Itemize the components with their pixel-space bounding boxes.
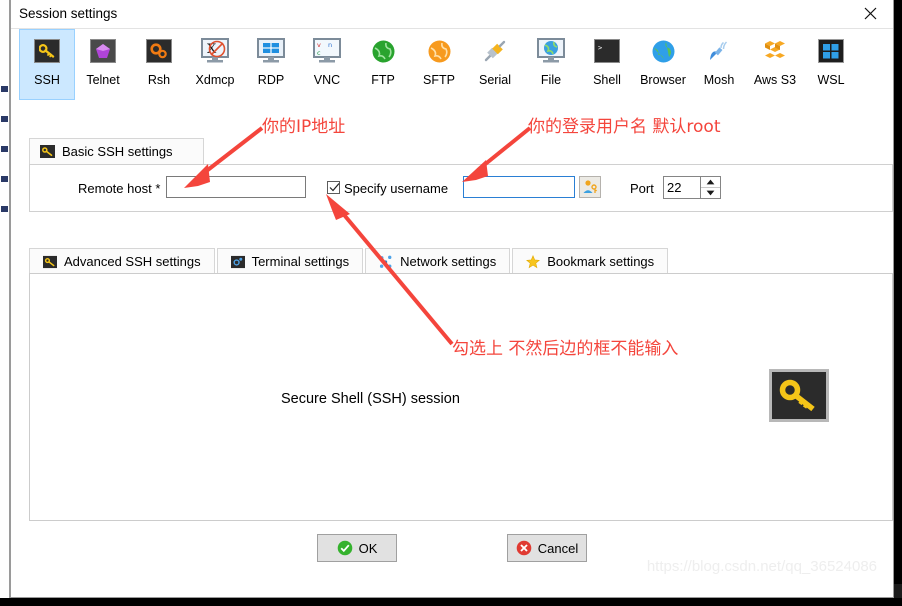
protocol-label: RDP <box>257 73 285 87</box>
protocol-item-mosh[interactable]: Mosh <box>691 29 747 100</box>
protocol-item-file[interactable]: File <box>523 29 579 100</box>
remote-host-input[interactable] <box>166 176 306 198</box>
protocol-item-serial[interactable]: Serial <box>467 29 523 100</box>
protocol-item-sftp[interactable]: SFTP <box>411 29 467 100</box>
red-x-icon <box>516 540 532 556</box>
protocol-label: VNC <box>313 73 341 87</box>
protocol-item-ssh[interactable]: SSH <box>19 29 75 100</box>
protocol-item-shell[interactable]: > Shell <box>579 29 635 100</box>
large-key-icon <box>769 369 829 422</box>
dialog-titlebar: Session settings <box>11 0 893 29</box>
tab-basic-ssh-settings[interactable]: Basic SSH settings <box>29 138 204 164</box>
tab-label: Terminal settings <box>251 254 350 269</box>
session-description-panel: Secure Shell (SSH) session <box>29 273 893 521</box>
file-monitor-icon <box>535 35 567 67</box>
protocol-label: File <box>540 73 562 87</box>
cancel-button[interactable]: Cancel <box>507 534 587 562</box>
shell-prompt-icon: > <box>591 35 623 67</box>
tab-label: Bookmark settings <box>547 254 655 269</box>
protocol-item-rsh[interactable]: Rsh <box>131 29 187 100</box>
protocol-label: SFTP <box>423 73 455 87</box>
protocol-label: Aws S3 <box>753 73 797 87</box>
protocol-label: Mosh <box>703 73 735 87</box>
session-settings-dialog: Session settings SSH Telnet Rsh X Xdmcp … <box>10 0 894 598</box>
protocol-label: FTP <box>371 73 395 87</box>
protocol-label: Browser <box>640 73 686 87</box>
tab-bookmark-settings[interactable]: Bookmark settings <box>512 248 669 274</box>
key-icon <box>40 144 55 159</box>
svg-text:n: n <box>328 41 332 49</box>
protocol-item-rdp[interactable]: RDP <box>243 29 299 100</box>
ok-button-label: OK <box>358 540 378 556</box>
protocol-label: Xdmcp <box>195 73 235 87</box>
star-icon <box>526 254 541 269</box>
ssh-key-icon <box>31 35 63 67</box>
green-check-icon <box>337 540 353 556</box>
protocol-item-wsl[interactable]: WSL <box>803 29 859 100</box>
serial-plug-icon <box>479 35 511 67</box>
session-caption: Secure Shell (SSH) session <box>281 391 460 407</box>
annotation-ip-note: 你的IP地址 <box>262 117 346 137</box>
protocol-label: Rsh <box>147 73 171 87</box>
protocol-item-ftp[interactable]: FTP <box>355 29 411 100</box>
mosh-dish-icon <box>703 35 735 67</box>
xdmcp-monitor-icon: X <box>199 35 231 67</box>
aws-s3-cubes-icon <box>759 35 791 67</box>
rdp-monitor-icon <box>255 35 287 67</box>
basic-ssh-settings-panel: Remote host * Specify username Port <box>29 164 893 212</box>
wsl-windows-icon <box>815 35 847 67</box>
tab-advanced-ssh-settings[interactable]: Advanced SSH settings <box>29 248 215 274</box>
protocol-item-vnc[interactable]: v n c VNC <box>299 29 355 100</box>
annotation-username-note: 你的登录用户名 默认root <box>528 117 721 137</box>
vnc-monitor-icon: v n c <box>311 35 343 67</box>
secondary-tab-strip: Advanced SSH settings Terminal settings <box>29 247 893 274</box>
tab-label: Advanced SSH settings <box>64 254 201 269</box>
dialog-title: Session settings <box>19 6 118 21</box>
tab-terminal-settings[interactable]: Terminal settings <box>216 248 364 274</box>
protocol-label: Shell <box>593 73 621 87</box>
specify-username-label: Specify username <box>344 181 449 196</box>
svg-text:v: v <box>317 41 321 49</box>
svg-text:c: c <box>317 49 321 57</box>
rsh-gears-icon <box>143 35 175 67</box>
protocol-item-browser[interactable]: Browser <box>635 29 691 100</box>
port-input[interactable] <box>664 177 700 198</box>
protocol-item-xdmcp[interactable]: X Xdmcp <box>187 29 243 100</box>
sftp-globe-icon <box>423 35 455 67</box>
protocol-label: Telnet <box>86 73 120 87</box>
tab-label: Network settings <box>400 254 497 269</box>
background-window-right-strip <box>894 0 902 606</box>
ok-button[interactable]: OK <box>317 534 397 562</box>
svg-text:>: > <box>598 44 602 52</box>
terminal-icon <box>230 255 245 269</box>
port-label: Port <box>630 181 654 196</box>
browser-globe-icon <box>647 35 679 67</box>
background-window-left-strip <box>0 0 10 606</box>
watermark: https://blog.csdn.net/qq_36524086 <box>646 558 877 575</box>
user-key-icon[interactable] <box>579 176 601 198</box>
caret-up-icon[interactable] <box>701 177 720 187</box>
port-stepper[interactable] <box>663 176 721 199</box>
protocol-item-aws-s3[interactable]: Aws S3 <box>747 29 803 100</box>
cancel-button-label: Cancel <box>537 540 579 556</box>
protocol-label: Serial <box>479 73 511 87</box>
protocol-toolbar: SSH Telnet Rsh X Xdmcp RDP v n c VNC FTP… <box>11 29 893 107</box>
ftp-globe-icon <box>367 35 399 67</box>
caret-down-icon[interactable] <box>701 187 720 198</box>
telnet-gem-icon <box>87 35 119 67</box>
tab-network-settings[interactable]: Network settings <box>365 248 511 274</box>
protocol-item-telnet[interactable]: Telnet <box>75 29 131 100</box>
tab-label: Basic SSH settings <box>62 144 173 159</box>
annotation-checkbox-note: 勾选上 不然后边的框不能输入 <box>452 339 679 359</box>
background-window-bottom-bar <box>0 598 902 606</box>
username-input[interactable] <box>463 176 575 198</box>
close-icon[interactable] <box>847 0 893 27</box>
network-icon <box>379 255 393 269</box>
protocol-label: SSH <box>34 73 60 87</box>
specify-username-checkbox[interactable] <box>327 181 340 194</box>
key-icon <box>43 255 57 269</box>
remote-host-label: Remote host * <box>78 181 161 196</box>
protocol-label: WSL <box>817 73 845 87</box>
